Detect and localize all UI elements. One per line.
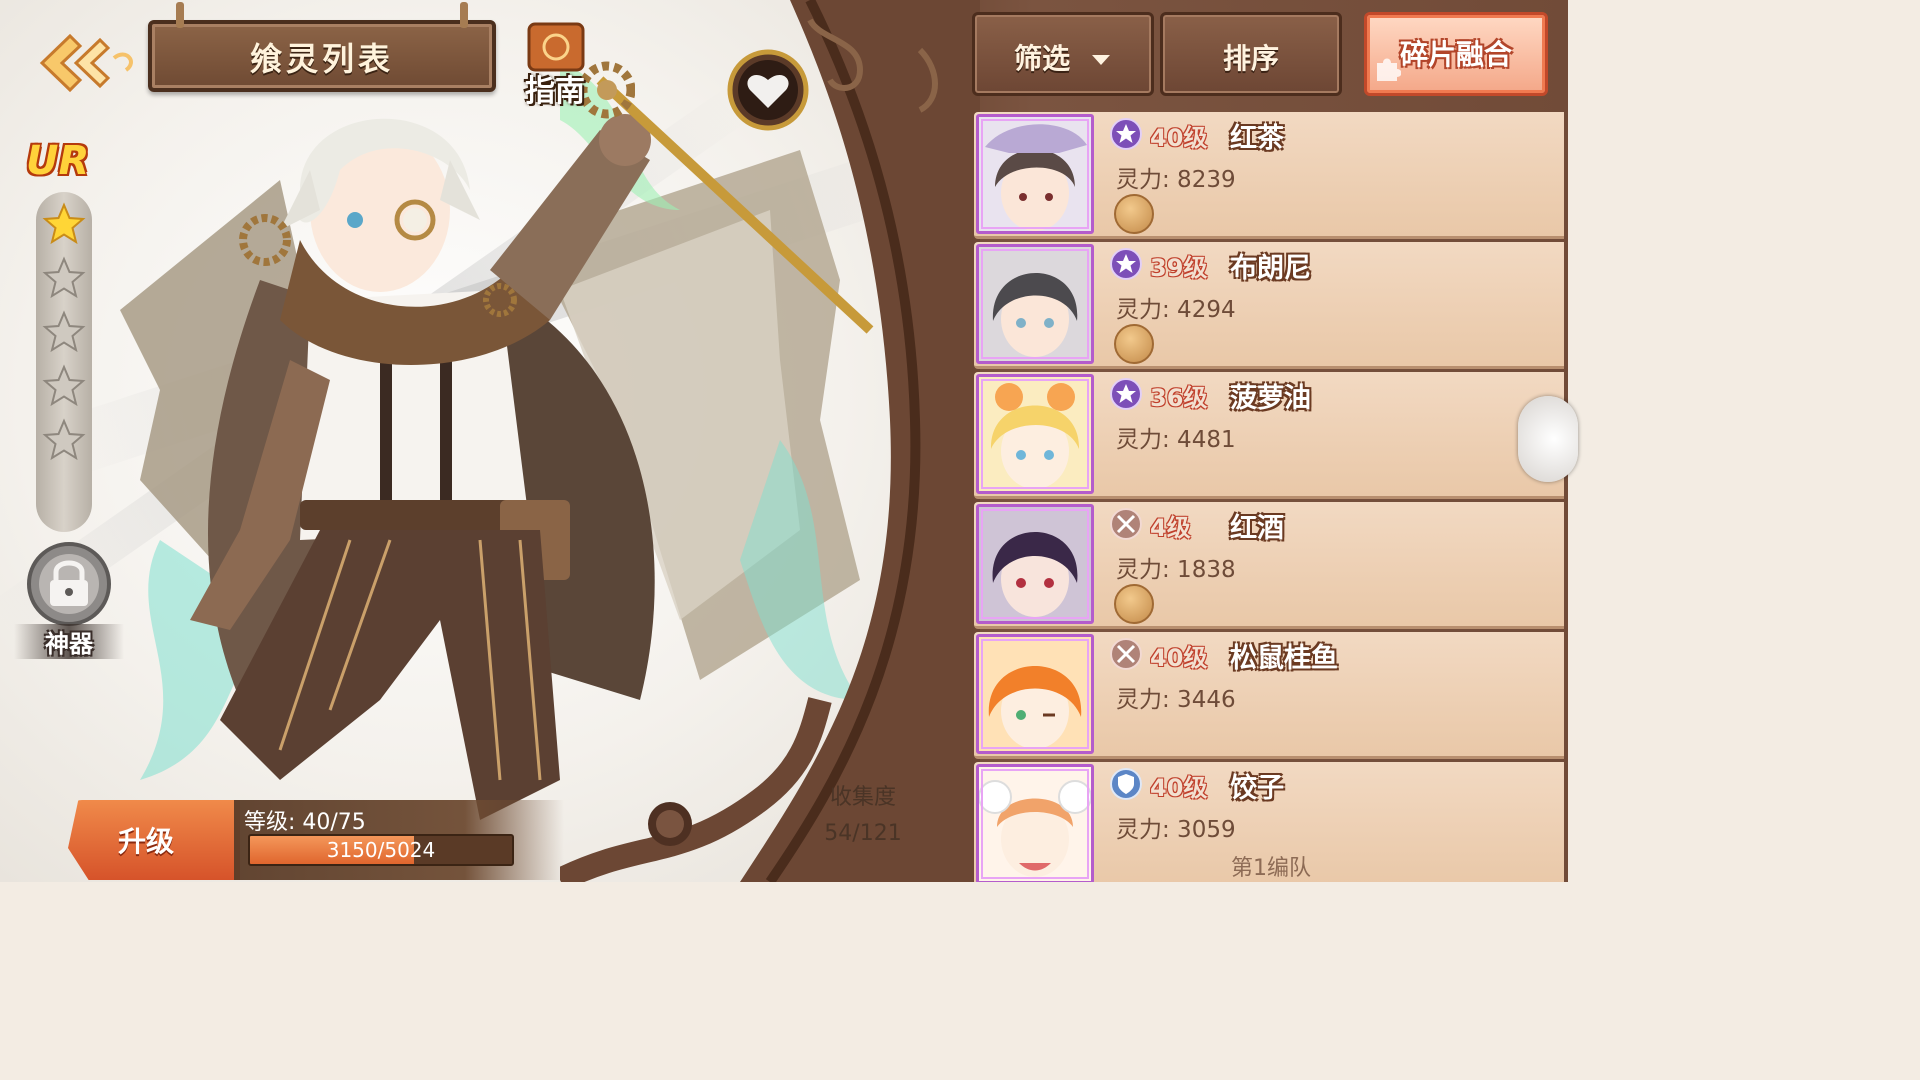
rarity-badge: UR: [26, 138, 90, 184]
portrait: [976, 114, 1094, 234]
character-name: 饺子: [1230, 773, 1284, 804]
level-label: 40级: [1150, 774, 1208, 802]
star-empty-icon: [42, 256, 86, 299]
artifact-button[interactable]: 神器: [14, 540, 124, 660]
filter-button[interactable]: 筛选: [972, 12, 1154, 96]
collection-label: 收集度: [829, 785, 896, 810]
star-filled-icon: [42, 202, 86, 245]
power-value: 灵力: 1838: [1116, 557, 1236, 583]
crossed-swords-icon: [1110, 508, 1142, 540]
caret-down-icon: [1091, 55, 1110, 65]
portrait-ring: [981, 249, 1089, 359]
power-value: 灵力: 3446: [1116, 687, 1236, 713]
back-button[interactable]: [30, 28, 140, 98]
star-emblem-icon: [1110, 248, 1142, 280]
list-item[interactable]: 36级 菠萝油 灵力: 4481: [974, 372, 1564, 499]
list-item[interactable]: 4级 红酒 灵力: 1838: [974, 502, 1564, 629]
portrait: [976, 374, 1094, 494]
experience-bar: 3150/5024: [248, 834, 514, 866]
collection-progress: 收集度 54/121: [808, 780, 918, 852]
rarity-column: UR: [22, 132, 112, 552]
food-soul-list[interactable]: 40级 红茶 灵力: 8239 39级 布朗尼 灵力: 4294 36级 菠萝油…: [974, 112, 1566, 882]
experience-text: 3150/5024: [326, 838, 436, 862]
character-name: 松鼠桂鱼: [1230, 643, 1338, 674]
portrait-ring: [981, 119, 1089, 229]
character-name: 菠萝油: [1230, 383, 1311, 414]
list-item[interactable]: 40级 松鼠桂鱼 灵力: 3446: [974, 632, 1564, 759]
portrait: [976, 244, 1094, 364]
shield-icon: [1110, 768, 1142, 800]
character-name: 红酒: [1230, 513, 1284, 544]
upgrade-button[interactable]: 升级: [68, 800, 240, 880]
sort-label: 排序: [1222, 42, 1279, 75]
team-tag: 第1编队: [1231, 856, 1311, 881]
collection-value: 54/121: [824, 821, 902, 846]
power-value: 灵力: 4481: [1116, 427, 1236, 453]
portrait: [976, 504, 1094, 624]
level-label: 39级: [1150, 254, 1208, 282]
rope: [176, 2, 184, 28]
level-label: 4级: [1150, 514, 1191, 542]
level-label: 40级: [1150, 124, 1208, 152]
star-empty-icon: [42, 310, 86, 353]
level-label: 36级: [1150, 384, 1208, 412]
upgrade-label: 升级: [118, 825, 175, 858]
scroll-handle[interactable]: [1518, 396, 1578, 482]
coin-icon: [1114, 584, 1154, 624]
portrait: [976, 764, 1094, 882]
level-text: 等级: 40/75: [244, 810, 366, 835]
star-empty-icon: [42, 364, 86, 407]
wooden-frame: [560, 0, 980, 882]
coin-icon: [1114, 324, 1154, 364]
power-value: 灵力: 3059: [1116, 817, 1236, 843]
portrait-ring: [981, 639, 1089, 749]
coin-icon: [1114, 194, 1154, 234]
star-strip: [36, 192, 92, 532]
star-empty-icon: [42, 418, 86, 461]
character-name: 红茶: [1230, 123, 1284, 154]
fragment-fusion-button[interactable]: 碎片融合: [1364, 12, 1548, 96]
double-chevron-left-icon: [39, 33, 133, 93]
list-item[interactable]: 39级 布朗尼 灵力: 4294: [974, 242, 1564, 369]
page-title: 飨灵列表: [249, 40, 394, 78]
portrait-ring: [981, 379, 1089, 489]
fragment-fusion-label: 碎片融合: [1399, 38, 1512, 71]
character-name: 布朗尼: [1230, 253, 1311, 284]
level-label: 40级: [1150, 644, 1208, 672]
list-item[interactable]: 40级 红茶 灵力: 8239: [974, 112, 1564, 239]
portrait-ring: [981, 509, 1089, 619]
level-panel: 等级: 40/75 3150/5024: [234, 800, 564, 880]
filter-text: 筛选: [1014, 42, 1071, 75]
artifact-label: 神器: [14, 624, 124, 659]
crossed-swords-icon: [1110, 638, 1142, 670]
page-title-plank: 飨灵列表: [148, 2, 496, 92]
portrait-ring: [981, 769, 1089, 879]
power-value: 灵力: 4294: [1116, 297, 1236, 323]
power-value: 灵力: 8239: [1116, 167, 1236, 193]
filter-label: 筛选: [975, 37, 1151, 77]
star-emblem-icon: [1110, 378, 1142, 410]
star-emblem-icon: [1110, 118, 1142, 150]
rope: [460, 2, 468, 28]
portrait: [976, 634, 1094, 754]
sort-button[interactable]: 排序: [1160, 12, 1342, 96]
